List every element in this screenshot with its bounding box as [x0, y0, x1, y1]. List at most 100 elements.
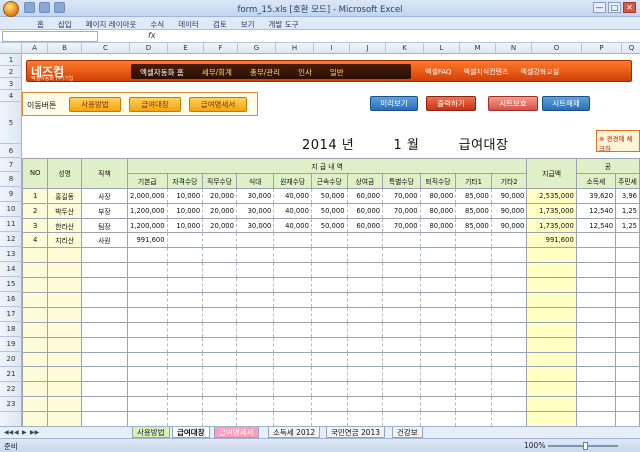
row-header[interactable]: 12: [0, 232, 22, 247]
empty-cell[interactable]: [22, 277, 49, 294]
row-header[interactable]: 15: [0, 277, 22, 292]
empty-cell[interactable]: [202, 336, 237, 353]
empty-cell[interactable]: [235, 336, 275, 353]
payroll-ledger-button[interactable]: 급여대장: [129, 97, 181, 112]
empty-cell[interactable]: [575, 366, 617, 383]
row-header[interactable]: 7: [0, 158, 22, 172]
column-header[interactable]: H: [276, 43, 314, 54]
row-header[interactable]: 22: [0, 382, 22, 397]
preview-button[interactable]: 미리보기: [370, 96, 418, 111]
row-amount[interactable]: 90,000: [490, 202, 528, 219]
row-amount[interactable]: 1,200,000: [126, 202, 168, 219]
sheet-tab-payroll[interactable]: 급여대장: [172, 427, 210, 438]
empty-cell[interactable]: [455, 381, 492, 398]
empty-cell[interactable]: [526, 277, 577, 294]
column-header[interactable]: C: [82, 43, 130, 54]
empty-cell[interactable]: [235, 351, 275, 368]
row-header[interactable]: 16: [0, 292, 22, 307]
empty-cell[interactable]: [310, 396, 348, 413]
tab-data[interactable]: 데이터: [171, 17, 206, 29]
tab-page-layout[interactable]: 페이지 레이아웃: [79, 17, 144, 29]
empty-cell[interactable]: [575, 262, 617, 279]
empty-cell[interactable]: [166, 366, 204, 383]
fx-icon[interactable]: fx: [148, 31, 156, 40]
empty-cell[interactable]: [80, 306, 128, 323]
column-header[interactable]: D: [130, 43, 168, 54]
row-pay[interactable]: 1,735,000: [526, 202, 577, 219]
row-resident-tax[interactable]: 1,25: [615, 217, 640, 234]
sheet-tab-health[interactable]: 건강보: [392, 427, 423, 438]
empty-cell[interactable]: [202, 262, 237, 279]
empty-cell[interactable]: [80, 396, 128, 413]
row-position[interactable]: 팀장: [80, 217, 128, 234]
empty-cell[interactable]: [166, 292, 204, 308]
empty-cell[interactable]: [346, 396, 384, 413]
header-income-tax[interactable]: 소득세: [575, 172, 617, 189]
row-header[interactable]: 6: [0, 144, 22, 158]
empty-cell[interactable]: [615, 351, 640, 368]
empty-cell[interactable]: [575, 292, 617, 308]
empty-cell[interactable]: [346, 277, 384, 294]
empty-cell[interactable]: [47, 321, 82, 338]
column-header[interactable]: E: [168, 43, 204, 54]
empty-cell[interactable]: [490, 411, 528, 426]
empty-cell[interactable]: [166, 321, 204, 338]
empty-cell[interactable]: [310, 306, 348, 323]
row-amount[interactable]: 50,000: [310, 217, 348, 234]
empty-cell[interactable]: [310, 336, 348, 353]
header-resident-tax[interactable]: 주민세: [615, 172, 640, 189]
empty-cell[interactable]: [346, 366, 384, 383]
empty-cell[interactable]: [22, 321, 49, 338]
column-header[interactable]: B: [48, 43, 82, 54]
empty-cell[interactable]: [166, 336, 204, 353]
column-header[interactable]: P: [582, 43, 622, 54]
empty-cell[interactable]: [235, 262, 275, 279]
empty-cell[interactable]: [310, 292, 348, 308]
empty-cell[interactable]: [80, 292, 128, 308]
empty-cell[interactable]: [47, 366, 82, 383]
row-header[interactable]: 13: [0, 247, 22, 262]
empty-cell[interactable]: [346, 306, 384, 323]
empty-cell[interactable]: [526, 321, 577, 338]
empty-cell[interactable]: [382, 247, 421, 264]
empty-cell[interactable]: [346, 321, 384, 338]
empty-cell[interactable]: [419, 262, 457, 279]
close-button[interactable]: ✕: [623, 2, 636, 13]
row-amount[interactable]: 85,000: [455, 187, 492, 204]
empty-cell[interactable]: [235, 381, 275, 398]
empty-cell[interactable]: [382, 321, 421, 338]
tab-review[interactable]: 검토: [206, 17, 234, 29]
empty-cell[interactable]: [310, 411, 348, 426]
row-header[interactable]: 1: [0, 54, 22, 66]
print-button[interactable]: 출력하기: [426, 96, 476, 111]
column-header[interactable]: F: [204, 43, 238, 54]
row-amount[interactable]: 80,000: [419, 217, 457, 234]
row-income-tax[interactable]: 12,540: [575, 202, 617, 219]
header-cell[interactable]: 기타1: [455, 172, 492, 189]
empty-cell[interactable]: [382, 277, 421, 294]
row-header[interactable]: 11: [0, 217, 22, 232]
empty-cell[interactable]: [202, 321, 237, 338]
row-amount[interactable]: 20,000: [202, 202, 237, 219]
row-amount[interactable]: 10,000: [166, 202, 204, 219]
empty-cell[interactable]: [455, 247, 492, 264]
row-position[interactable]: 부장: [80, 202, 128, 219]
empty-cell[interactable]: [202, 247, 237, 264]
row-amount[interactable]: [310, 232, 348, 249]
header-cell[interactable]: 원재수당: [273, 172, 312, 189]
empty-cell[interactable]: [126, 321, 168, 338]
tab-formulas[interactable]: 수식: [143, 17, 171, 29]
empty-cell[interactable]: [419, 247, 457, 264]
column-header[interactable]: O: [532, 43, 582, 54]
row-amount[interactable]: 50,000: [310, 187, 348, 204]
row-amount[interactable]: 80,000: [419, 202, 457, 219]
row-amount[interactable]: 85,000: [455, 217, 492, 234]
row-pay[interactable]: 991,600: [526, 232, 577, 249]
empty-cell[interactable]: [202, 366, 237, 383]
empty-cell[interactable]: [202, 396, 237, 413]
row-resident-tax[interactable]: [615, 232, 640, 249]
row-amount[interactable]: 40,000: [273, 187, 312, 204]
empty-cell[interactable]: [80, 262, 128, 279]
empty-cell[interactable]: [526, 306, 577, 323]
empty-cell[interactable]: [526, 351, 577, 368]
